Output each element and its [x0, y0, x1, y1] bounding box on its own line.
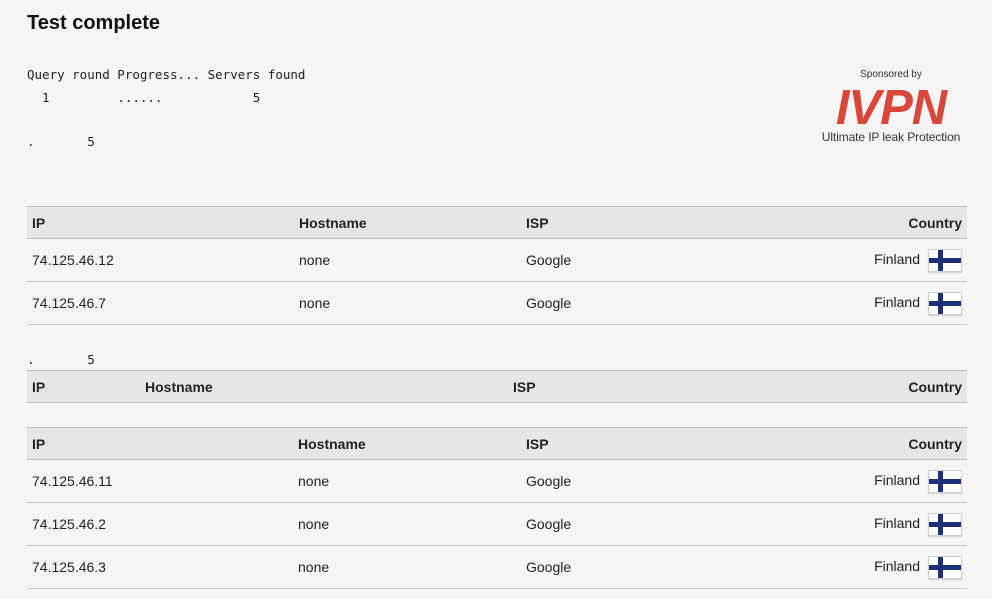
- hostname-cell: none: [293, 502, 521, 546]
- ivpn-logo: IVPN: [836, 84, 950, 128]
- hostname-cell: none: [294, 281, 521, 325]
- table-row: 74.125.46.3 none Google Finland: [27, 545, 967, 589]
- column-header-hostname: Hostname: [294, 206, 521, 239]
- ip-cell: 74.125.46.12: [27, 238, 294, 282]
- finland-flag-icon: [928, 248, 962, 272]
- result-summary-line: . 5: [27, 134, 95, 149]
- ivpn-logo-text: IVPN: [836, 84, 949, 128]
- isp-cell: Google: [521, 281, 721, 325]
- country-name: Finland: [874, 293, 920, 310]
- isp-cell: Google: [521, 238, 721, 282]
- country-cell: Finland: [721, 238, 967, 282]
- ip-cell: 74.125.46.2: [27, 502, 293, 546]
- finland-flag-icon: [928, 555, 962, 579]
- table-row: 74.125.46.11 none Google Finland: [27, 459, 967, 503]
- column-header-country: Country: [708, 370, 967, 403]
- finland-flag-icon: [928, 469, 962, 493]
- column-header-ip: IP: [27, 370, 140, 403]
- isp-cell: Google: [521, 502, 721, 546]
- result-summary-line: . 5: [27, 352, 95, 367]
- sponsor-tagline: Ultimate IP leak Protection: [821, 130, 961, 144]
- country-name: Finland: [874, 471, 920, 488]
- table-header-row: IP Hostname ISP Country: [27, 370, 967, 403]
- progress-row: 1 ...... 5: [27, 90, 261, 105]
- results-table-1: IP Hostname ISP Country 74.125.46.12 non…: [27, 206, 967, 325]
- finland-flag-icon: [928, 512, 962, 536]
- isp-cell: Google: [521, 459, 721, 503]
- table-row: 74.125.46.2 none Google Finland: [27, 502, 967, 546]
- column-header-country: Country: [721, 427, 967, 460]
- column-header-country: Country: [721, 206, 967, 239]
- page-title: Test complete: [27, 12, 160, 34]
- progress-header: Query round Progress... Servers found: [27, 67, 306, 82]
- country-name: Finland: [874, 250, 920, 267]
- table-row: 74.125.46.7 none Google Finland: [27, 281, 967, 325]
- column-header-isp: ISP: [521, 206, 721, 239]
- country-cell: Finland: [721, 502, 967, 546]
- country-cell: Finland: [721, 459, 967, 503]
- country-cell: Finland: [721, 281, 967, 325]
- country-cell: Finland: [721, 545, 967, 589]
- finland-flag-icon: [928, 291, 962, 315]
- column-header-ip: IP: [27, 206, 294, 239]
- column-header-hostname: Hostname: [293, 427, 521, 460]
- column-header-isp: ISP: [521, 427, 721, 460]
- sponsor-block[interactable]: Sponsored by IVPN Ultimate IP leak Prote…: [812, 69, 970, 144]
- ip-cell: 74.125.46.3: [27, 545, 293, 589]
- results-table-2: IP Hostname ISP Country: [27, 370, 967, 403]
- country-name: Finland: [874, 557, 920, 574]
- table-header-row: IP Hostname ISP Country: [27, 427, 967, 460]
- hostname-cell: none: [294, 238, 521, 282]
- ip-cell: 74.125.46.11: [27, 459, 293, 503]
- ip-cell: 74.125.46.7: [27, 281, 294, 325]
- results-table-3: IP Hostname ISP Country 74.125.46.11 non…: [27, 427, 967, 589]
- isp-cell: Google: [521, 545, 721, 589]
- sponsor-label: Sponsored by: [860, 69, 922, 80]
- hostname-cell: none: [293, 459, 521, 503]
- column-header-hostname: Hostname: [140, 370, 508, 403]
- column-header-ip: IP: [27, 427, 293, 460]
- hostname-cell: none: [293, 545, 521, 589]
- country-name: Finland: [874, 514, 920, 531]
- table-header-row: IP Hostname ISP Country: [27, 206, 967, 239]
- table-row: 74.125.46.12 none Google Finland: [27, 238, 967, 282]
- column-header-isp: ISP: [508, 370, 708, 403]
